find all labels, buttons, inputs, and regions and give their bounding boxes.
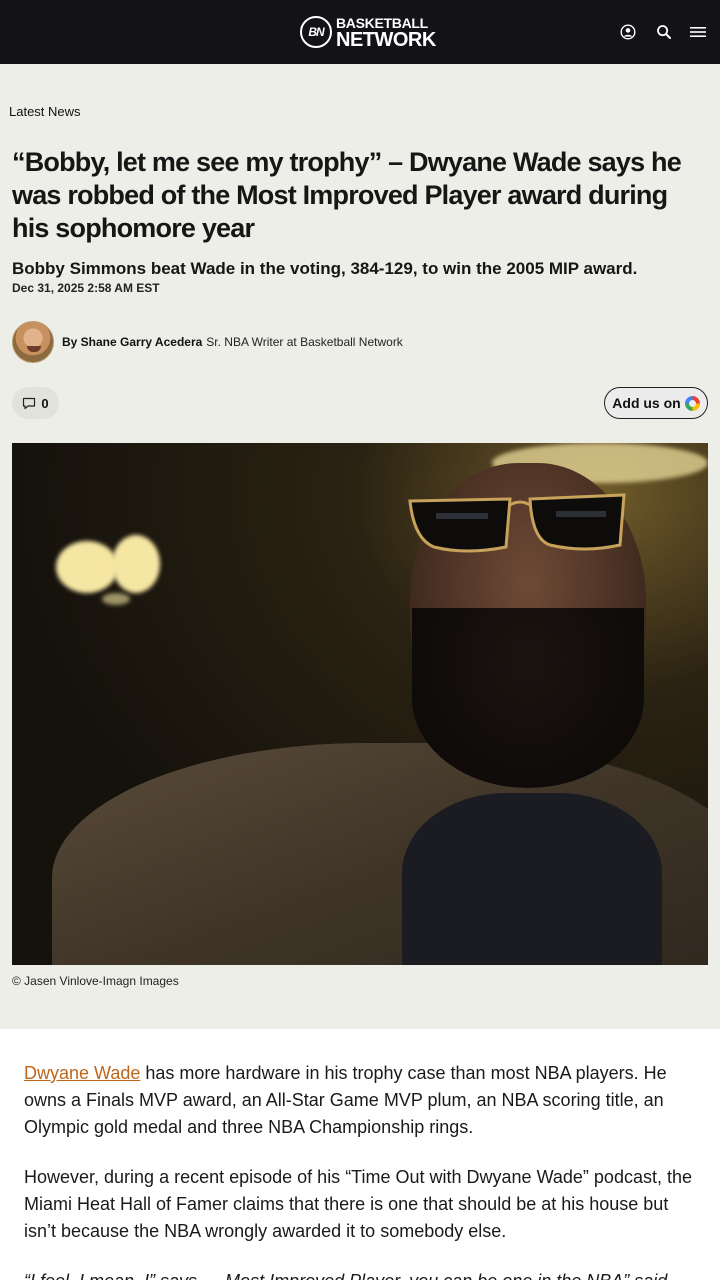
article-header: Latest News “Bobby, let me see my trophy… (0, 64, 720, 1029)
menu-icon[interactable] (688, 22, 708, 42)
article-body: Dwyane Wade has more hardware in his tro… (24, 1060, 696, 1280)
comment-icon (23, 397, 36, 409)
add-us-label: Add us on (612, 395, 681, 411)
article-title: “Bobby, let me see my trophy” – Dwyane W… (12, 147, 682, 243)
article-subtitle: Bobby Simmons beat Wade in the voting, 3… (12, 259, 638, 278)
body-paragraph: However, during a recent episode of his … (24, 1167, 692, 1241)
search-icon[interactable] (654, 22, 674, 42)
user-icon[interactable] (618, 22, 638, 42)
top-navigation-bar: BN BASKETBALL NETWORK (0, 0, 720, 64)
comments-button[interactable]: 0 (12, 387, 59, 419)
google-icon (684, 395, 700, 411)
author-avatar[interactable] (12, 321, 54, 363)
author-name[interactable]: By Shane Garry Acedera (62, 335, 202, 349)
publish-date: Dec 31, 2025 2:58 AM EST (12, 281, 160, 295)
hero-image (12, 443, 708, 965)
add-us-on-google-button[interactable]: Add us on (604, 387, 708, 419)
logo-badge-icon: BN (300, 16, 332, 48)
body-paragraph: “I feel, I mean, I” says … Most Improved… (24, 1268, 696, 1280)
author-byline: By Shane Garry Acedera Sr. NBA Writer at… (12, 320, 403, 364)
image-caption: © Jasen Vinlove-Imagn Images (12, 974, 179, 988)
body-paragraph: Dwyane Wade has more hardware in his tro… (24, 1060, 696, 1141)
section-label[interactable]: Latest News (9, 104, 81, 119)
dwyane-wade-link[interactable]: Dwyane Wade (24, 1063, 140, 1083)
logo-line-2: NETWORK (336, 28, 436, 51)
comments-count: 0 (41, 395, 49, 411)
author-role: Sr. NBA Writer at Basketball Network (206, 335, 403, 349)
site-logo[interactable]: BN BASKETBALL NETWORK (300, 14, 436, 50)
